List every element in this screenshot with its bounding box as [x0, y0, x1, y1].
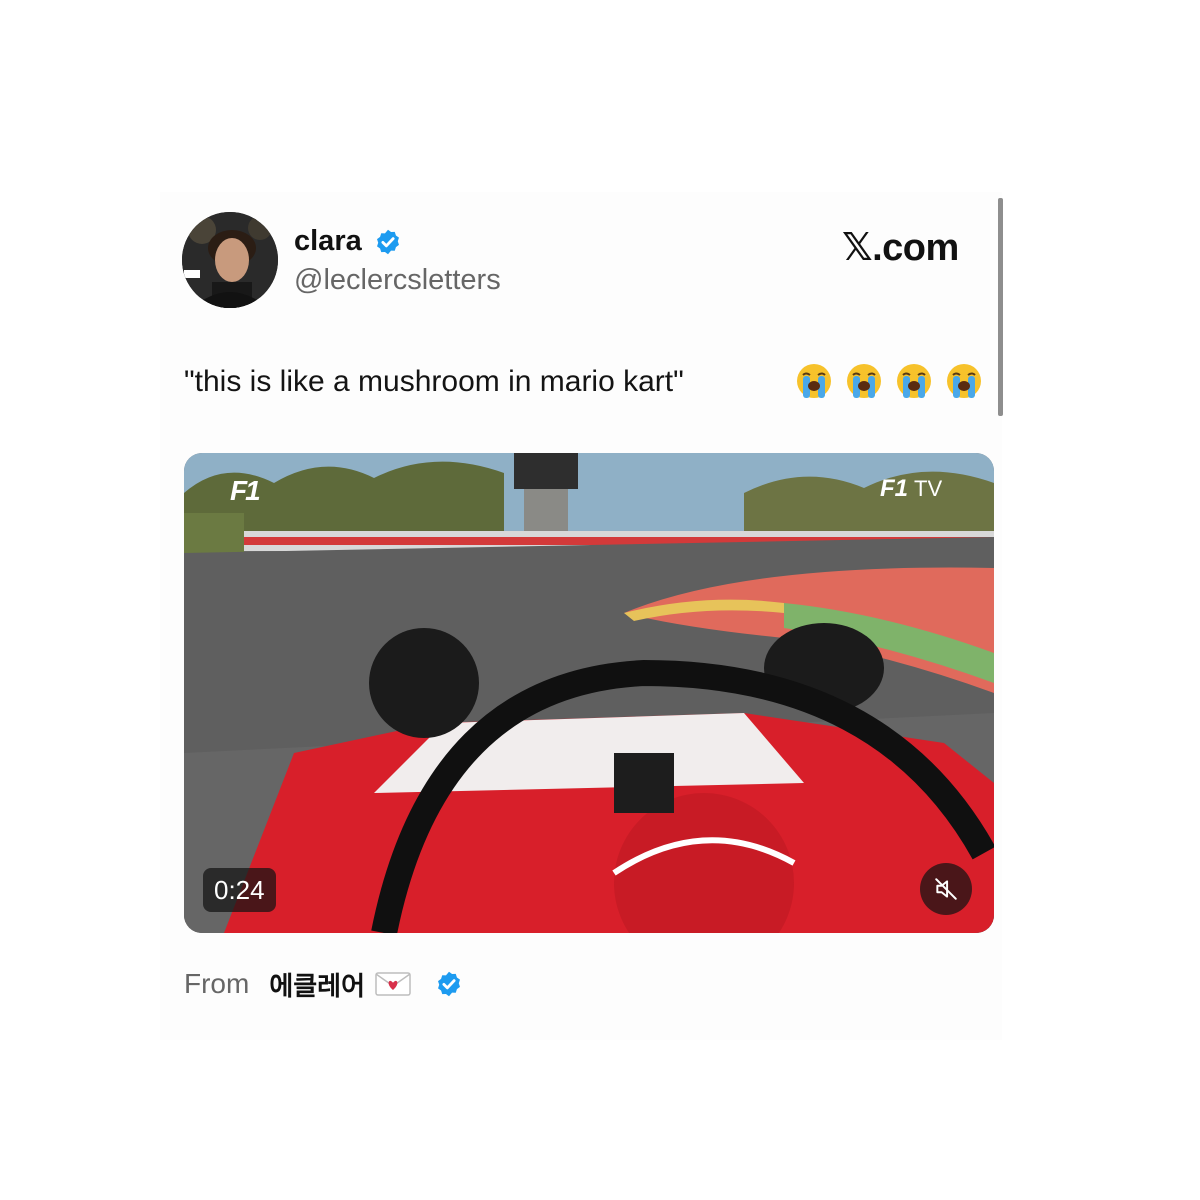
- loudly-crying-face-icon: [847, 364, 881, 398]
- video-player[interactable]: F1 F1 TV 0:24: [184, 453, 994, 933]
- f1tv-logo: F1 TV: [880, 475, 942, 503]
- f1tv-logo-suffix: TV: [914, 476, 943, 501]
- f1tv-logo-mark: F1: [880, 475, 909, 502]
- source-attribution: From 에클레어: [184, 962, 463, 1006]
- video-frame: [184, 453, 994, 933]
- emoji-row: [795, 362, 983, 406]
- source-name[interactable]: 에클레어: [269, 966, 365, 1003]
- page: clara @leclercsletters 𝕏.com "this is li…: [0, 0, 1200, 1200]
- loudly-crying-face-icon: [897, 364, 931, 398]
- speaker-muted-icon: [935, 878, 957, 900]
- from-label: From: [184, 968, 250, 999]
- love-letter-icon: [375, 972, 411, 996]
- display-name[interactable]: clara: [294, 223, 362, 259]
- f1-logo: F1: [230, 475, 261, 506]
- tweet-text: "this is like a mushroom in mario kart": [184, 365, 684, 398]
- verified-badge-icon: [377, 229, 399, 255]
- loudly-crying-face-icon: [797, 364, 831, 398]
- scrollbar[interactable]: [998, 198, 1003, 416]
- avatar-image: [182, 212, 278, 308]
- video-duration: 0:24: [203, 868, 276, 912]
- loudly-crying-face-icon: [947, 364, 981, 398]
- avatar[interactable]: [182, 212, 278, 308]
- handle[interactable]: @leclercsletters: [294, 262, 501, 298]
- x-com-brand: 𝕏.com: [842, 227, 959, 269]
- verified-badge-icon: [438, 971, 460, 997]
- mute-button[interactable]: [920, 863, 972, 915]
